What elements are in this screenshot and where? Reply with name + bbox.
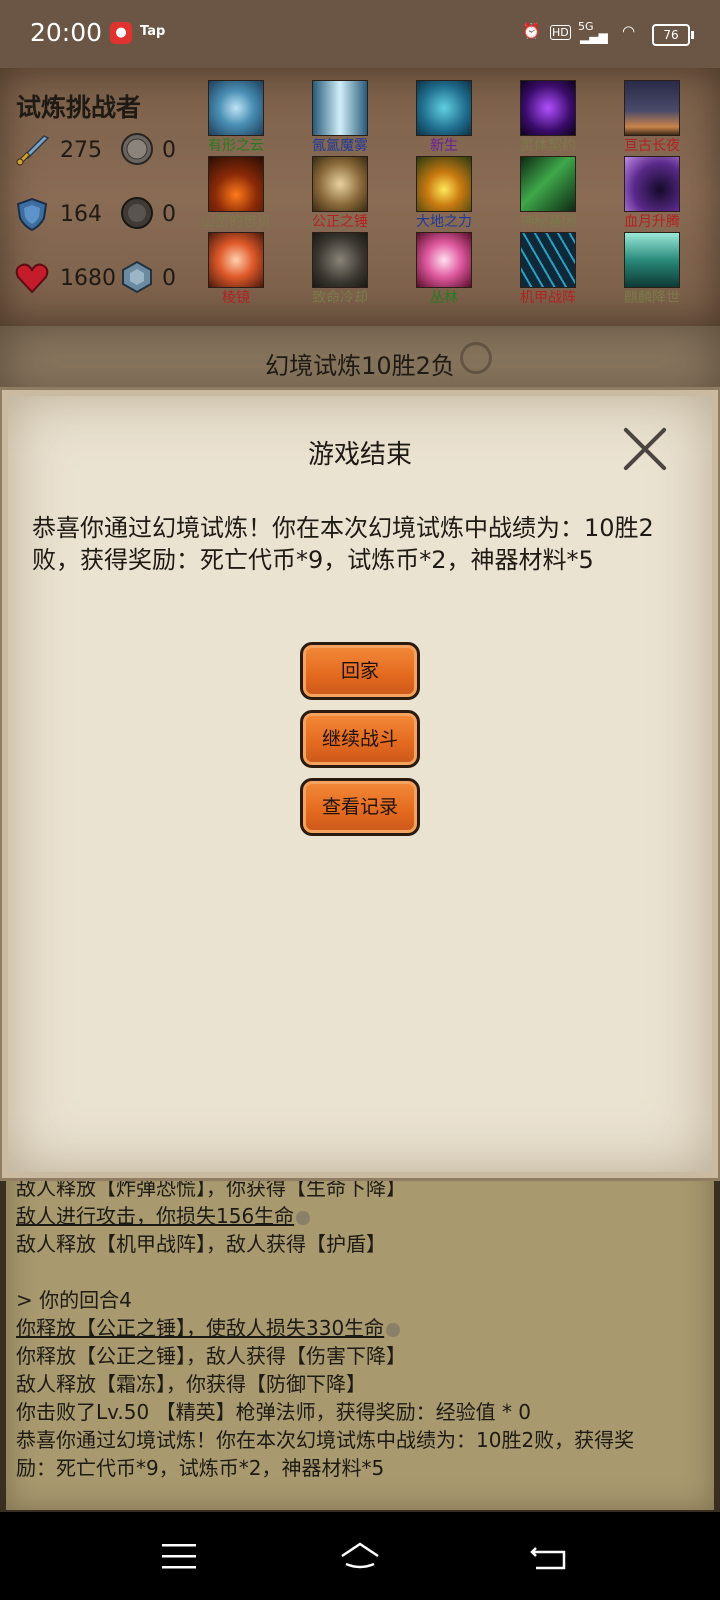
log-line: 你击败了Lv.50 【精英】枪弹法师，获得奖励：经验值 * 0 (16, 1400, 532, 1424)
alarm-icon: ⏰ (522, 22, 541, 40)
skill-tile[interactable]: 麒麟降世 (602, 232, 702, 308)
skill-tile[interactable]: 新生 (394, 80, 494, 156)
sword-icon (16, 135, 50, 166)
player-title: 试炼挑战者 (16, 93, 142, 122)
skill-tile[interactable]: 丛林 (394, 232, 494, 308)
skill-tile[interactable]: 棱镜 (186, 232, 286, 308)
defense-stat: 164 0 (14, 196, 194, 236)
log-line: 敌人释放【机甲战阵】，敌人获得【护盾】 (16, 1232, 386, 1256)
hd-icon: HD (550, 25, 571, 40)
dialog-title: 游戏结束 (307, 440, 412, 470)
info-dot-icon (386, 1322, 401, 1337)
player-panel: 试炼挑战者 275 0 164 0 1680 0 有形之云 氤氲魔雾 新生 灵体… (0, 68, 720, 332)
log-line-text: 你释放【公正之锤】，使敌人损失330生命 (16, 1316, 385, 1340)
tap-app-icon: Tap (140, 24, 166, 39)
skill-tile[interactable]: 氤氲魔雾 (290, 80, 390, 156)
shield-icon (16, 197, 48, 232)
log-line[interactable]: 敌人进行攻击，你损失156生命 (16, 1200, 311, 1229)
battle-title: 幻境试炼10胜2负 (265, 352, 455, 380)
log-line: 你释放【公正之锤】，敌人获得【伤害下降】 (16, 1344, 406, 1368)
status-time: 20:00 (30, 18, 103, 47)
log-line-text: 敌人进行攻击，你损失156生命 (16, 1204, 295, 1228)
log-line: 恭喜你通过幻境试炼！你在本次幻境试炼中战绩为：10胜2败，获得奖 (16, 1428, 635, 1452)
coin-b-value: 0 (162, 202, 176, 227)
heart-icon (15, 263, 49, 294)
health-value: 1680 (60, 266, 116, 291)
status-bar: 20:00 ● Tap ⏰ HD 5G ▂▄▆ ◠ 76 (0, 0, 720, 68)
skill-tile[interactable]: 致命冷却 (290, 232, 390, 308)
skill-tile[interactable]: 山峦的忠贞 (186, 156, 286, 232)
home-nav-icon[interactable] (338, 1540, 382, 1572)
continue-battle-button[interactable]: 继续战斗 (300, 710, 420, 768)
log-line[interactable]: 你释放【公正之锤】，使敌人损失330生命 (16, 1312, 401, 1341)
trial-coin-icon (121, 197, 153, 229)
close-icon[interactable] (622, 426, 668, 472)
info-dot-icon (296, 1210, 311, 1225)
skill-tile[interactable]: 亘古长夜 (602, 80, 702, 156)
search-icon[interactable] (460, 342, 492, 374)
death-coin-icon (121, 133, 153, 165)
log-line: 敌人释放【霜冻】，你获得【防御下降】 (16, 1372, 366, 1396)
menu-icon[interactable] (158, 1540, 202, 1572)
wifi-icon: ◠ (622, 22, 636, 40)
skill-tile[interactable]: 神秘基因 (498, 156, 598, 232)
skill-tile[interactable]: 大地之力 (394, 156, 494, 232)
artifact-material-icon (122, 260, 152, 294)
attack-stat: 275 0 (14, 132, 194, 172)
coin-a-value: 0 (162, 138, 176, 163)
battery-icon: 76 (652, 24, 694, 46)
defense-value: 164 (60, 202, 102, 227)
skill-tile[interactable]: 有形之云 (186, 80, 286, 156)
signal-icon: ▂▄▆ (580, 30, 608, 44)
system-nav-bar (0, 1512, 720, 1600)
dialog-message: 恭喜你通过幻境试炼！你在本次幻境试炼中战绩为：10胜2败，获得奖励：死亡代币*9… (32, 514, 654, 574)
skill-tile[interactable]: 机甲战阵 (498, 232, 598, 308)
log-line: 敌人释放【炸弹恐慌】，你获得【生命下降】 (16, 1176, 406, 1200)
app-notification-icon: ● (110, 22, 132, 44)
coin-c-value: 0 (162, 266, 176, 291)
skill-tile[interactable]: 公正之锤 (290, 156, 390, 232)
attack-value: 275 (60, 138, 102, 163)
home-button[interactable]: 回家 (300, 642, 420, 700)
health-stat: 1680 0 (14, 260, 194, 300)
log-line: > 你的回合4 (16, 1288, 132, 1312)
skill-tile[interactable]: 灵体契约 (498, 80, 598, 156)
skill-tile[interactable]: 血月升腾 (602, 156, 702, 232)
log-line: 励：死亡代币*9，试炼币*2，神器材料*5 (16, 1456, 385, 1480)
back-icon[interactable] (528, 1540, 572, 1572)
view-records-button[interactable]: 查看记录 (300, 778, 420, 836)
